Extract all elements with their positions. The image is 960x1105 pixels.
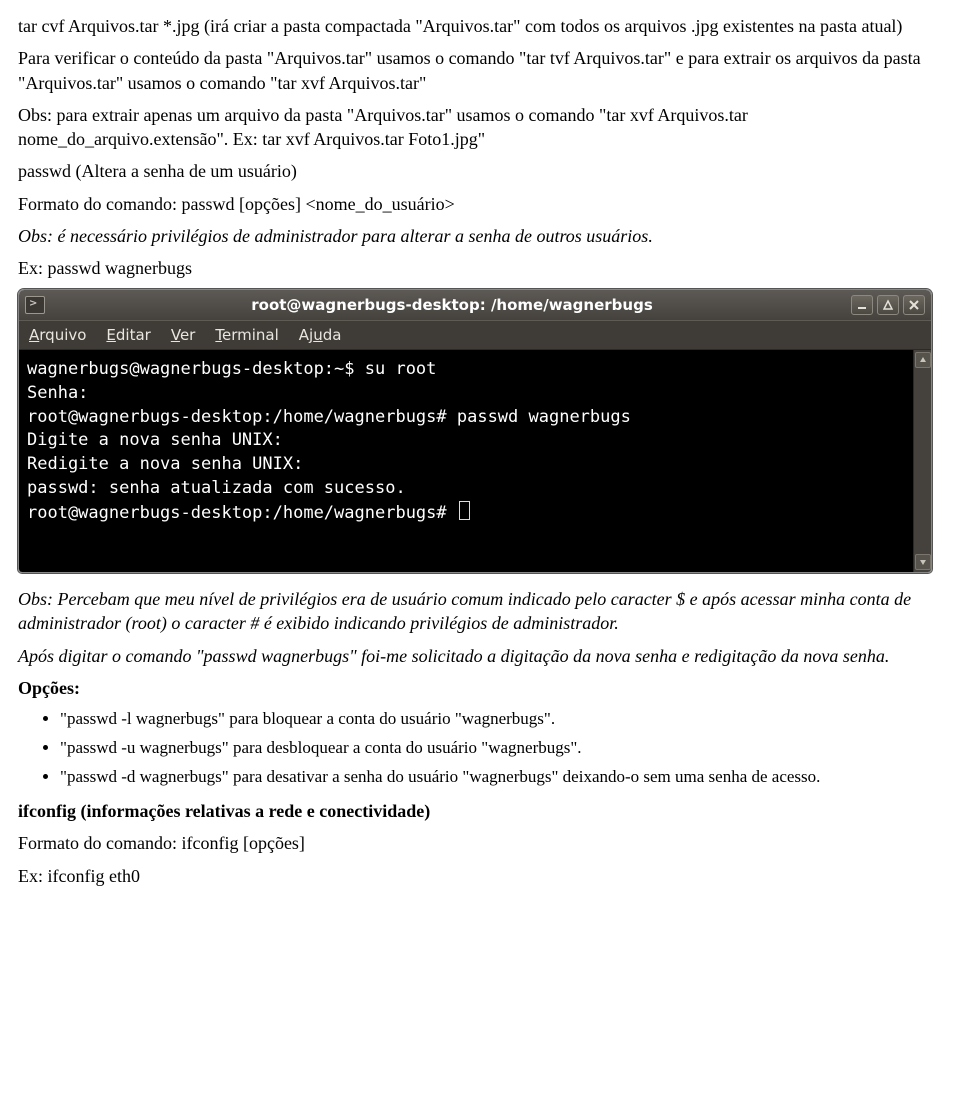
minimize-icon — [856, 299, 868, 311]
window-title: root@wagnerbugs-desktop: /home/wagnerbug… — [53, 295, 851, 315]
terminal-scrollbar[interactable] — [913, 350, 931, 572]
options-list: "passwd -l wagnerbugs" para bloquear a c… — [18, 708, 942, 789]
terminal-body[interactable]: wagnerbugs@wagnerbugs-desktop:~$ su root… — [19, 350, 913, 572]
chevron-up-icon — [919, 356, 927, 364]
paragraph-passwd-after: Após digitar o comando "passwd wagnerbug… — [18, 644, 942, 668]
terminal-line-4: Digite a nova senha UNIX: — [27, 429, 905, 453]
menu-arquivo-rest: rquivo — [39, 326, 86, 344]
paragraph-tar-example: tar cvf Arquivos.tar *.jpg (irá criar a … — [18, 14, 942, 38]
menu-ver-rest: er — [180, 326, 195, 344]
maximize-icon — [882, 299, 894, 311]
paragraph-tar-verify: Para verificar o conteúdo da pasta "Arqu… — [18, 46, 942, 95]
ifconfig-example: Ex: ifconfig eth0 — [18, 864, 942, 888]
menu-ver[interactable]: Ver — [171, 325, 196, 345]
options-heading: Opções: — [18, 676, 942, 700]
window-controls — [851, 295, 925, 315]
option-item-lock: "passwd -l wagnerbugs" para bloquear a c… — [60, 708, 942, 731]
paragraph-passwd-example: Ex: passwd wagnerbugs — [18, 256, 942, 280]
close-icon — [908, 299, 920, 311]
terminal-cursor — [459, 501, 470, 520]
maximize-button[interactable] — [877, 295, 899, 315]
paragraph-passwd-format: Formato do comando: passwd [opções] <nom… — [18, 192, 942, 216]
menu-terminal[interactable]: Terminal — [215, 325, 278, 345]
menu-ajuda-rest: da — [323, 326, 342, 344]
paragraph-passwd-desc: passwd (Altera a senha de um usuário) — [18, 159, 942, 183]
option-item-delete: "passwd -d wagnerbugs" para desativar a … — [60, 766, 942, 789]
terminal-line-2: Senha: — [27, 382, 905, 406]
menu-editar[interactable]: Editar — [106, 325, 150, 345]
option-item-unlock: "passwd -u wagnerbugs" para desbloquear … — [60, 737, 942, 760]
terminal-line-7: root@wagnerbugs-desktop:/home/wagnerbugs… — [27, 501, 905, 526]
close-button[interactable] — [903, 295, 925, 315]
ifconfig-format: Formato do comando: ifconfig [opções] — [18, 831, 942, 855]
menu-editar-rest: ditar — [116, 326, 151, 344]
paragraph-passwd-obs: Obs: é necessário privilégios de adminis… — [18, 224, 942, 248]
paragraph-tar-extract-note: Obs: para extrair apenas um arquivo da p… — [18, 103, 942, 152]
minimize-button[interactable] — [851, 295, 873, 315]
terminal-window: root@wagnerbugs-desktop: /home/wagnerbug… — [18, 289, 932, 573]
chevron-down-icon — [919, 558, 927, 566]
scrollbar-up-button[interactable] — [915, 352, 931, 368]
menu-ajuda[interactable]: Ajuda — [299, 325, 342, 345]
menu-terminal-rest: erminal — [222, 326, 279, 344]
terminal-line-6: passwd: senha atualizada com sucesso. — [27, 477, 905, 501]
terminal-line-1: wagnerbugs@wagnerbugs-desktop:~$ su root — [27, 358, 905, 382]
window-menubar: Arquivo Editar Ver Terminal Ajuda — [19, 320, 931, 350]
ifconfig-heading: ifconfig (informações relativas a rede e… — [18, 799, 942, 823]
terminal-line-3: root@wagnerbugs-desktop:/home/wagnerbugs… — [27, 406, 905, 430]
paragraph-privileges-obs: Obs: Percebam que meu nível de privilégi… — [18, 587, 942, 636]
scrollbar-down-button[interactable] — [915, 554, 931, 570]
terminal-app-icon — [25, 296, 45, 314]
terminal-line-5: Redigite a nova senha UNIX: — [27, 453, 905, 477]
menu-arquivo[interactable]: Arquivo — [29, 325, 86, 345]
window-titlebar: root@wagnerbugs-desktop: /home/wagnerbug… — [19, 290, 931, 320]
